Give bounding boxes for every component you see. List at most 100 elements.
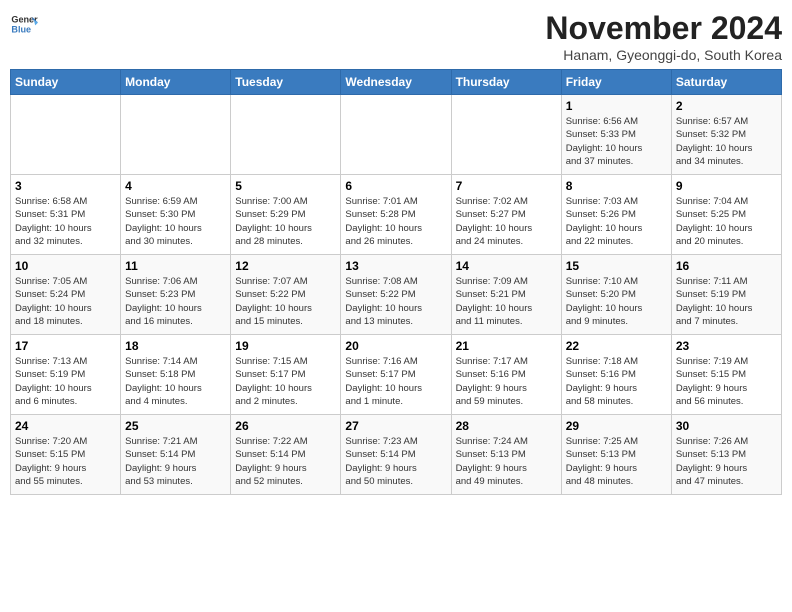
cell-info: Sunrise: 7:17 AMSunset: 5:16 PMDaylight:… bbox=[456, 355, 557, 408]
cell-info: Sunrise: 7:00 AMSunset: 5:29 PMDaylight:… bbox=[235, 195, 336, 248]
day-number: 11 bbox=[125, 259, 226, 273]
day-number: 12 bbox=[235, 259, 336, 273]
calendar-week-row: 3 Sunrise: 6:58 AMSunset: 5:31 PMDaylight… bbox=[11, 175, 782, 255]
calendar-cell: 3 Sunrise: 6:58 AMSunset: 5:31 PMDaylight… bbox=[11, 175, 121, 255]
weekday-header: Thursday bbox=[451, 70, 561, 95]
cell-info: Sunrise: 7:03 AMSunset: 5:26 PMDaylight:… bbox=[566, 195, 667, 248]
cell-info: Sunrise: 7:19 AMSunset: 5:15 PMDaylight:… bbox=[676, 355, 777, 408]
calendar-cell: 20Sunrise: 7:16 AMSunset: 5:17 PMDayligh… bbox=[341, 335, 451, 415]
weekday-header: Friday bbox=[561, 70, 671, 95]
cell-info: Sunrise: 7:22 AMSunset: 5:14 PMDaylight:… bbox=[235, 435, 336, 488]
calendar-cell: 26 Sunrise: 7:22 AMSunset: 5:14 PMDayligh… bbox=[231, 415, 341, 495]
day-number: 23 bbox=[676, 339, 777, 353]
weekday-header: Tuesday bbox=[231, 70, 341, 95]
cell-info: Sunrise: 7:24 AMSunset: 5:13 PMDaylight:… bbox=[456, 435, 557, 488]
day-number: 22 bbox=[566, 339, 667, 353]
day-number: 4 bbox=[125, 179, 226, 193]
calendar-week-row: 17 Sunrise: 7:13 AMSunset: 5:19 PMDayligh… bbox=[11, 335, 782, 415]
day-number: 7 bbox=[456, 179, 557, 193]
cell-info: Sunrise: 7:11 AMSunset: 5:19 PMDaylight:… bbox=[676, 275, 777, 328]
calendar-cell: 9Sunrise: 7:04 AMSunset: 5:25 PMDaylight… bbox=[671, 175, 781, 255]
day-number: 15 bbox=[566, 259, 667, 273]
page-title: November 2024 bbox=[545, 10, 782, 47]
cell-info: Sunrise: 7:10 AMSunset: 5:20 PMDaylight:… bbox=[566, 275, 667, 328]
calendar-cell: 30Sunrise: 7:26 AMSunset: 5:13 PMDayligh… bbox=[671, 415, 781, 495]
day-number: 2 bbox=[676, 99, 777, 113]
day-number: 21 bbox=[456, 339, 557, 353]
weekday-header: Sunday bbox=[11, 70, 121, 95]
day-number: 16 bbox=[676, 259, 777, 273]
cell-info: Sunrise: 7:20 AMSunset: 5:15 PMDaylight:… bbox=[15, 435, 116, 488]
calendar-cell: 15 Sunrise: 7:10 AMSunset: 5:20 PMDayligh… bbox=[561, 255, 671, 335]
calendar-cell: 28Sunrise: 7:24 AMSunset: 5:13 PMDayligh… bbox=[451, 415, 561, 495]
cell-info: Sunrise: 7:09 AMSunset: 5:21 PMDaylight:… bbox=[456, 275, 557, 328]
day-number: 26 bbox=[235, 419, 336, 433]
calendar-cell: 27 Sunrise: 7:23 AMSunset: 5:14 PMDayligh… bbox=[341, 415, 451, 495]
calendar-cell: 6Sunrise: 7:01 AMSunset: 5:28 PMDaylight… bbox=[341, 175, 451, 255]
day-number: 5 bbox=[235, 179, 336, 193]
day-number: 29 bbox=[566, 419, 667, 433]
cell-info: Sunrise: 7:14 AMSunset: 5:18 PMDaylight:… bbox=[125, 355, 226, 408]
calendar-header-row: SundayMondayTuesdayWednesdayThursdayFrid… bbox=[11, 70, 782, 95]
day-number: 18 bbox=[125, 339, 226, 353]
calendar-cell bbox=[231, 95, 341, 175]
day-number: 14 bbox=[456, 259, 557, 273]
cell-info: Sunrise: 7:25 AMSunset: 5:13 PMDaylight:… bbox=[566, 435, 667, 488]
weekday-header: Wednesday bbox=[341, 70, 451, 95]
calendar-cell: 5 Sunrise: 7:00 AMSunset: 5:29 PMDaylight… bbox=[231, 175, 341, 255]
day-number: 1 bbox=[566, 99, 667, 113]
cell-info: Sunrise: 7:08 AMSunset: 5:22 PMDaylight:… bbox=[345, 275, 446, 328]
day-number: 17 bbox=[15, 339, 116, 353]
calendar-cell: 2Sunrise: 6:57 AMSunset: 5:32 PMDaylight… bbox=[671, 95, 781, 175]
calendar-cell: 18 Sunrise: 7:14 AMSunset: 5:18 PMDayligh… bbox=[121, 335, 231, 415]
weekday-header: Monday bbox=[121, 70, 231, 95]
cell-info: Sunrise: 6:58 AMSunset: 5:31 PMDaylight:… bbox=[15, 195, 116, 248]
cell-info: Sunrise: 6:56 AMSunset: 5:33 PMDaylight:… bbox=[566, 115, 667, 168]
calendar-week-row: 24 Sunrise: 7:20 AMSunset: 5:15 PMDayligh… bbox=[11, 415, 782, 495]
day-number: 3 bbox=[15, 179, 116, 193]
calendar-cell: 21 Sunrise: 7:17 AMSunset: 5:16 PMDayligh… bbox=[451, 335, 561, 415]
logo: General Blue bbox=[10, 10, 38, 38]
cell-info: Sunrise: 7:26 AMSunset: 5:13 PMDaylight:… bbox=[676, 435, 777, 488]
calendar-cell: 17 Sunrise: 7:13 AMSunset: 5:19 PMDayligh… bbox=[11, 335, 121, 415]
day-number: 24 bbox=[15, 419, 116, 433]
calendar-cell: 25 Sunrise: 7:21 AMSunset: 5:14 PMDayligh… bbox=[121, 415, 231, 495]
calendar-cell: 7 Sunrise: 7:02 AMSunset: 5:27 PMDaylight… bbox=[451, 175, 561, 255]
calendar-cell: 23 Sunrise: 7:19 AMSunset: 5:15 PMDayligh… bbox=[671, 335, 781, 415]
calendar-cell: 13 Sunrise: 7:08 AMSunset: 5:22 PMDayligh… bbox=[341, 255, 451, 335]
calendar-cell: 19 Sunrise: 7:15 AMSunset: 5:17 PMDayligh… bbox=[231, 335, 341, 415]
cell-info: Sunrise: 6:59 AMSunset: 5:30 PMDaylight:… bbox=[125, 195, 226, 248]
cell-info: Sunrise: 7:18 AMSunset: 5:16 PMDaylight:… bbox=[566, 355, 667, 408]
calendar-cell: 11 Sunrise: 7:06 AMSunset: 5:23 PMDayligh… bbox=[121, 255, 231, 335]
calendar-table: SundayMondayTuesdayWednesdayThursdayFrid… bbox=[10, 69, 782, 495]
day-number: 27 bbox=[345, 419, 446, 433]
calendar-cell bbox=[451, 95, 561, 175]
cell-info: Sunrise: 7:07 AMSunset: 5:22 PMDaylight:… bbox=[235, 275, 336, 328]
logo-icon: General Blue bbox=[10, 10, 38, 38]
calendar-cell: 1 Sunrise: 6:56 AMSunset: 5:33 PMDaylight… bbox=[561, 95, 671, 175]
day-number: 25 bbox=[125, 419, 226, 433]
day-number: 13 bbox=[345, 259, 446, 273]
day-number: 20 bbox=[345, 339, 446, 353]
calendar-cell: 24 Sunrise: 7:20 AMSunset: 5:15 PMDayligh… bbox=[11, 415, 121, 495]
day-number: 9 bbox=[676, 179, 777, 193]
calendar-cell: 14 Sunrise: 7:09 AMSunset: 5:21 PMDayligh… bbox=[451, 255, 561, 335]
calendar-cell: 8 Sunrise: 7:03 AMSunset: 5:26 PMDaylight… bbox=[561, 175, 671, 255]
weekday-header: Saturday bbox=[671, 70, 781, 95]
cell-info: Sunrise: 7:13 AMSunset: 5:19 PMDaylight:… bbox=[15, 355, 116, 408]
svg-text:Blue: Blue bbox=[11, 24, 31, 34]
cell-info: Sunrise: 7:23 AMSunset: 5:14 PMDaylight:… bbox=[345, 435, 446, 488]
calendar-week-row: 1 Sunrise: 6:56 AMSunset: 5:33 PMDaylight… bbox=[11, 95, 782, 175]
calendar-cell bbox=[11, 95, 121, 175]
cell-info: Sunrise: 7:02 AMSunset: 5:27 PMDaylight:… bbox=[456, 195, 557, 248]
day-number: 19 bbox=[235, 339, 336, 353]
day-number: 10 bbox=[15, 259, 116, 273]
page-header: General Blue November 2024 Hanam, Gyeong… bbox=[10, 10, 782, 63]
calendar-cell: 22 Sunrise: 7:18 AMSunset: 5:16 PMDayligh… bbox=[561, 335, 671, 415]
cell-info: Sunrise: 7:21 AMSunset: 5:14 PMDaylight:… bbox=[125, 435, 226, 488]
cell-info: Sunrise: 7:05 AMSunset: 5:24 PMDaylight:… bbox=[15, 275, 116, 328]
cell-info: Sunrise: 7:06 AMSunset: 5:23 PMDaylight:… bbox=[125, 275, 226, 328]
day-number: 8 bbox=[566, 179, 667, 193]
calendar-week-row: 10 Sunrise: 7:05 AMSunset: 5:24 PMDayligh… bbox=[11, 255, 782, 335]
cell-info: Sunrise: 7:15 AMSunset: 5:17 PMDaylight:… bbox=[235, 355, 336, 408]
